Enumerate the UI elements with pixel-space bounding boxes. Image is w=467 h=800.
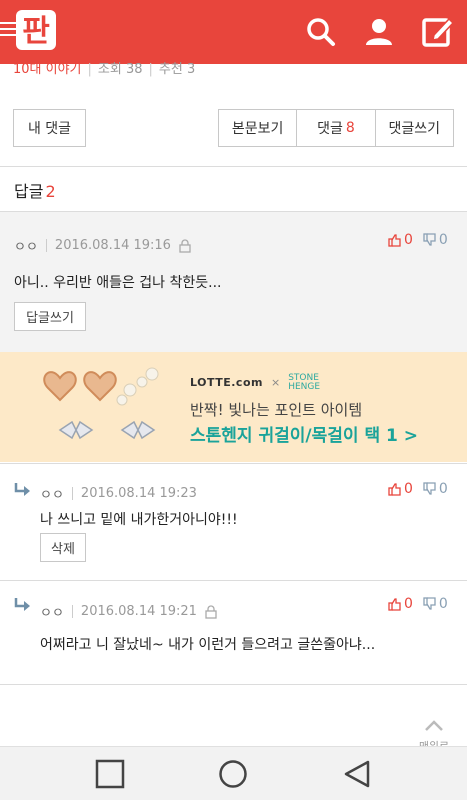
- thumbs-up-icon: [388, 483, 401, 496]
- ad-cross: ×: [270, 376, 281, 389]
- ad-cta[interactable]: 스톤헨지 귀걸이/목걸이 택 1 >: [190, 421, 418, 446]
- search-icon[interactable]: [303, 14, 339, 50]
- delete-label: 삭제: [51, 542, 75, 557]
- downvote-button[interactable]: 0: [423, 596, 448, 612]
- chevron-up-icon: [425, 720, 443, 731]
- reply-meta: ㅇㅇ 2016.08.14 19:21: [40, 602, 217, 621]
- view-post-button[interactable]: 본문보기: [219, 110, 298, 146]
- write-reply-button[interactable]: 답글쓰기: [14, 302, 86, 331]
- home-icon[interactable]: [218, 759, 248, 789]
- downvote-count: 0: [438, 596, 448, 612]
- my-comments-button[interactable]: 내 댓글: [13, 109, 86, 147]
- replies-count: 2: [45, 182, 56, 201]
- reply-text: 어쩌라고 니 잘났네~ 내가 이런거 들으려고 글쓴줄아냐...: [40, 637, 376, 653]
- divider: [0, 580, 467, 581]
- scroll-top-button[interactable]: 맨위로: [412, 718, 456, 753]
- upvote-count: 0: [404, 481, 413, 497]
- divider: [0, 166, 467, 167]
- upvote-button[interactable]: 0: [388, 596, 413, 612]
- system-navigation-bar: [0, 746, 467, 800]
- reply-date: 2016.08.14 19:23: [71, 487, 197, 500]
- post-meta: 10대 이야기 | 조회 38 | 추천 3: [13, 62, 196, 77]
- post-category[interactable]: 10대 이야기: [13, 62, 82, 77]
- recommend-count: 추천 3: [158, 62, 196, 77]
- comment-meta: ㅇㅇ 2016.08.14 19:16: [14, 236, 191, 255]
- comments-tab-label: 댓글: [317, 121, 343, 137]
- delete-button[interactable]: 삭제: [40, 533, 86, 562]
- comments-count: 8: [345, 120, 355, 136]
- back-icon[interactable]: [342, 759, 372, 789]
- thumbs-up-icon: [388, 234, 401, 247]
- downvote-button[interactable]: 0: [423, 481, 448, 497]
- comments-tab-button[interactable]: 댓글 8: [297, 110, 376, 146]
- comment-text: 아니.. 우리반 애들은 겁나 착한듯...: [14, 275, 222, 291]
- reply-author: ㅇㅇ: [40, 606, 64, 621]
- write-comment-button[interactable]: 댓글쓰기: [376, 110, 453, 146]
- compose-icon[interactable]: [420, 14, 456, 50]
- lock-icon: [205, 604, 217, 619]
- thumbs-down-icon: [423, 233, 436, 246]
- thumbs-down-icon: [423, 597, 436, 610]
- upvote-count: 0: [404, 232, 413, 248]
- jewelry-image: [43, 367, 159, 440]
- thumbs-up-icon: [388, 598, 401, 611]
- lock-icon: [179, 238, 191, 253]
- stonehenge-line2: HENGE: [288, 382, 321, 392]
- divider: [0, 463, 467, 464]
- upvote-count: 0: [404, 596, 413, 612]
- upvote-button[interactable]: 0: [388, 232, 413, 248]
- app-header: 판: [0, 0, 467, 64]
- comment-toolbar: 본문보기 댓글 8 댓글쓰기: [218, 109, 454, 147]
- svg-text:판: 판: [22, 14, 50, 49]
- reply-arrow-icon: [14, 598, 30, 611]
- reply-meta: ㅇㅇ 2016.08.14 19:23: [40, 484, 197, 503]
- recent-apps-icon[interactable]: [95, 759, 125, 789]
- reply-votes: 0 0: [388, 596, 448, 612]
- downvote-count: 0: [438, 481, 448, 497]
- reply-arrow-icon: [14, 483, 30, 496]
- upvote-button[interactable]: 0: [388, 481, 413, 497]
- my-comments-label: 내 댓글: [27, 121, 72, 137]
- downvote-button[interactable]: 0: [423, 232, 448, 248]
- lotte-logo: LOTTE.com: [190, 376, 263, 389]
- reply-date: 2016.08.14 19:21: [71, 605, 197, 618]
- view-post-label: 본문보기: [231, 121, 284, 137]
- reply-votes: 0 0: [388, 481, 448, 497]
- comment-votes: 0 0: [388, 232, 448, 248]
- stonehenge-logo: STONE HENGE: [288, 374, 320, 392]
- write-reply-label: 답글쓰기: [26, 311, 74, 326]
- comment-author: ㅇㅇ: [14, 240, 38, 255]
- view-count: 조회 38: [97, 62, 143, 77]
- user-icon[interactable]: [361, 14, 397, 50]
- divider: [0, 684, 467, 685]
- ad-brand: LOTTE.com × STONE HENGE: [190, 374, 320, 392]
- comment-date: 2016.08.14 19:16: [45, 239, 171, 252]
- thumbs-down-icon: [423, 482, 436, 495]
- pann-logo[interactable]: 판: [14, 8, 58, 52]
- reply-text: 나 쓰니고 밑에 내가한거아니야!!!: [40, 512, 238, 528]
- replies-heading: 답글 2: [14, 178, 56, 202]
- ad-headline: 반짝! 빛나는 포인트 아이템: [190, 401, 363, 419]
- downvote-count: 0: [438, 232, 448, 248]
- replies-label: 답글: [14, 182, 44, 201]
- reply-author: ㅇㅇ: [40, 488, 64, 503]
- write-comment-label: 댓글쓰기: [388, 121, 441, 137]
